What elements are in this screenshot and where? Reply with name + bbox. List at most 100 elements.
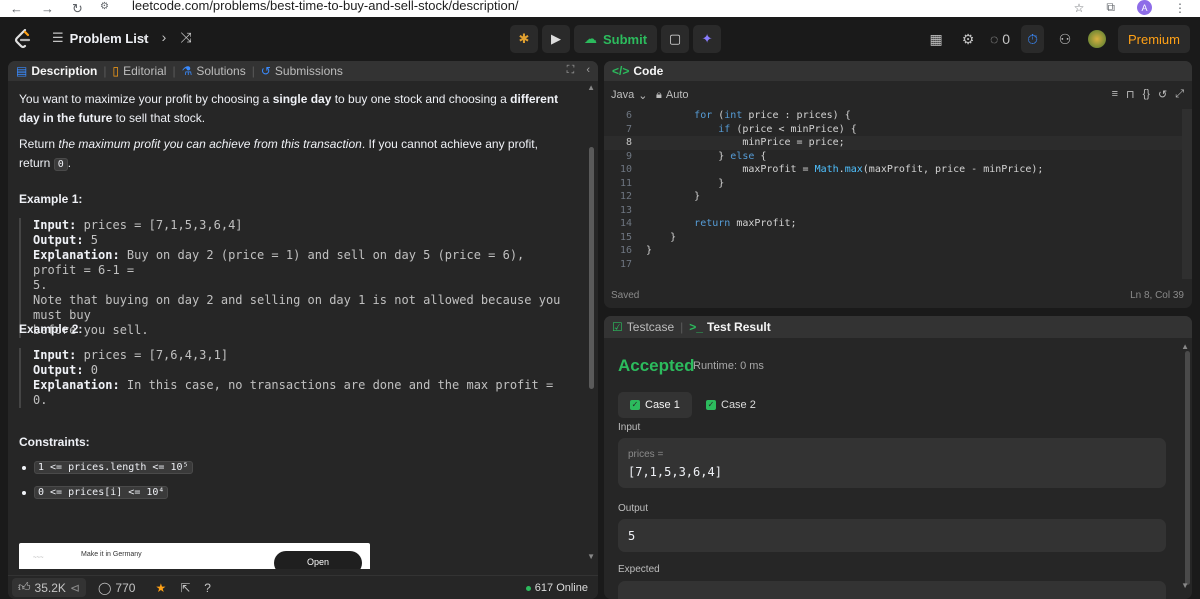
- list-icon: ☰: [52, 30, 64, 45]
- scroll-up-arrow[interactable]: ▲: [1181, 342, 1189, 351]
- tab-code[interactable]: </> Code: [608, 64, 667, 78]
- fire-icon: ◌: [990, 31, 999, 47]
- text: You want to maximize your profit by choo…: [19, 92, 273, 106]
- next-problem-icon[interactable]: ›: [162, 29, 167, 46]
- extensions-icon[interactable]: ⧉: [1106, 0, 1115, 15]
- site-info-icon[interactable]: ⚙: [100, 1, 109, 12]
- random-problem-icon[interactable]: ⤨: [180, 29, 191, 46]
- format-icon[interactable]: ≡: [1112, 88, 1118, 101]
- cloud-upload-icon: ☁: [584, 31, 597, 46]
- explanation-label: Explanation:: [33, 248, 120, 262]
- line-number: 9: [625, 150, 632, 162]
- streak-counter[interactable]: ◌ 0: [989, 25, 1011, 53]
- explanation-text: 5.: [33, 278, 48, 292]
- line-number: 16: [619, 245, 632, 257]
- line-number: 6: [625, 110, 632, 122]
- code-text: }: [646, 231, 677, 243]
- ad-open-button[interactable]: Open: [274, 551, 362, 569]
- collapse-icon[interactable]: ‹: [586, 64, 590, 77]
- profile-avatar[interactable]: A: [1137, 0, 1152, 15]
- tab-test-result[interactable]: >_ Test Result: [685, 320, 774, 334]
- reload-icon[interactable]: ↻: [72, 1, 83, 17]
- bullet: [22, 465, 26, 470]
- case-label: Case 1: [645, 399, 680, 411]
- like-button[interactable]: 👍︎ 35.2K ⊲: [12, 578, 86, 597]
- share-icon[interactable]: ⇱: [180, 581, 190, 595]
- code-line[interactable]: 14 return maxProfit;: [604, 217, 1192, 231]
- comment-count: 770: [115, 580, 136, 595]
- code-line[interactable]: 12 }: [604, 190, 1192, 204]
- settings-gear-icon[interactable]: ⚙: [957, 25, 979, 53]
- layout-icon[interactable]: ▦: [925, 25, 947, 53]
- note-text: before you sell.: [33, 323, 149, 337]
- online-status: 617 Online: [525, 582, 588, 594]
- submit-button[interactable]: ☁ Submit: [574, 25, 658, 53]
- output-value: 0: [83, 363, 99, 377]
- thumbs-down-icon[interactable]: ⊲: [70, 581, 80, 595]
- notes-button[interactable]: ▢: [661, 25, 690, 53]
- bookmark-icon[interactable]: ⊓: [1126, 88, 1135, 101]
- scroll-up-arrow[interactable]: ▲: [587, 83, 595, 92]
- ai-button[interactable]: ✦: [693, 25, 722, 53]
- submit-label: Submit: [603, 31, 648, 47]
- italic-text: the maximum profit you can achieve from …: [58, 137, 362, 151]
- problem-list-button[interactable]: ☰ Problem List: [52, 30, 148, 46]
- code-line[interactable]: 15 }: [604, 231, 1192, 245]
- bookmark-star-icon[interactable]: ☆: [1074, 1, 1085, 15]
- description-scrollbar[interactable]: [589, 147, 594, 389]
- leetcode-logo-icon[interactable]: [14, 29, 32, 49]
- address-bar[interactable]: leetcode.com/problems/best-time-to-buy-a…: [132, 0, 519, 13]
- advertisement[interactable]: ~~~ Make it in Germany Open: [19, 543, 370, 569]
- run-button[interactable]: ▶: [542, 25, 570, 53]
- timer-button[interactable]: ⏱: [1021, 25, 1044, 53]
- help-icon[interactable]: ?: [204, 581, 211, 595]
- tab-editorial[interactable]: ▯ Editorial: [108, 64, 170, 78]
- code-icon: </>: [612, 64, 630, 78]
- input-box: prices = [7,1,5,3,6,4]: [618, 438, 1166, 488]
- test-panel: ☑ Testcase | >_ Test Result Accepted Run…: [604, 316, 1192, 599]
- favorite-star-icon[interactable]: ★: [155, 581, 166, 595]
- comments-button[interactable]: ◯ 770: [92, 579, 141, 597]
- code-line[interactable]: 10 maxProfit = Math.max(maxProfit, price…: [604, 163, 1192, 177]
- language-select[interactable]: Java ⌄: [611, 89, 647, 102]
- reset-icon[interactable]: ↺: [1158, 88, 1167, 101]
- code-line[interactable]: 9 } else {: [604, 150, 1192, 164]
- braces-icon[interactable]: {}: [1143, 88, 1150, 101]
- expand-icon[interactable]: ⤢: [1175, 88, 1184, 101]
- tab-description[interactable]: ▤ Description: [12, 64, 101, 78]
- auto-mode-toggle[interactable]: 🔒︎ Auto: [656, 89, 689, 102]
- code-text: minPrice = price;: [742, 137, 845, 149]
- stopwatch-icon: ⏱: [1027, 30, 1038, 47]
- code-line[interactable]: 16}: [604, 244, 1192, 258]
- scroll-down-arrow[interactable]: ▼: [587, 552, 595, 561]
- browser-menu-icon[interactable]: ⋮: [1174, 1, 1186, 15]
- tab-submissions[interactable]: ↺ Submissions: [257, 64, 347, 78]
- user-avatar[interactable]: [1086, 25, 1108, 53]
- code-editor[interactable]: 6 for (int price : prices) {7 if (price …: [604, 109, 1192, 271]
- code-line[interactable]: 13: [604, 204, 1192, 218]
- scroll-down-arrow[interactable]: ▼: [1181, 581, 1189, 590]
- result-scrollbar[interactable]: [1185, 351, 1190, 585]
- tab-editorial-label: Editorial: [123, 64, 167, 78]
- debug-button[interactable]: ✱: [510, 25, 538, 53]
- tab-solutions[interactable]: ⚗ Solutions: [178, 64, 250, 78]
- editor-scrollbar[interactable]: [1182, 109, 1192, 279]
- back-icon[interactable]: ←: [10, 1, 23, 17]
- code-text: }: [646, 245, 653, 257]
- code-line[interactable]: 8 minPrice = price;: [604, 136, 1192, 150]
- line-number: 7: [625, 123, 632, 135]
- code-line[interactable]: 7 if (price < minPrice) {: [604, 123, 1192, 137]
- code-line[interactable]: 17: [604, 258, 1192, 272]
- case-2-tab[interactable]: ✓ Case 2: [694, 392, 768, 418]
- premium-button[interactable]: Premium: [1117, 25, 1190, 53]
- comment-icon: ◯: [97, 580, 112, 595]
- code-line[interactable]: 6 for (int price : prices) {: [604, 109, 1192, 123]
- case-1-tab[interactable]: ✓ Case 1: [618, 392, 692, 418]
- code-line[interactable]: 11 }: [604, 177, 1192, 191]
- maximize-icon[interactable]: ⛶: [567, 64, 575, 77]
- tab-testcase[interactable]: ☑ Testcase: [608, 320, 678, 334]
- prev-problem-icon[interactable]: ‹: [143, 29, 148, 46]
- forward-icon[interactable]: →: [41, 1, 54, 17]
- book-icon: ▯: [112, 64, 120, 78]
- add-user-icon[interactable]: ⚇: [1054, 25, 1076, 53]
